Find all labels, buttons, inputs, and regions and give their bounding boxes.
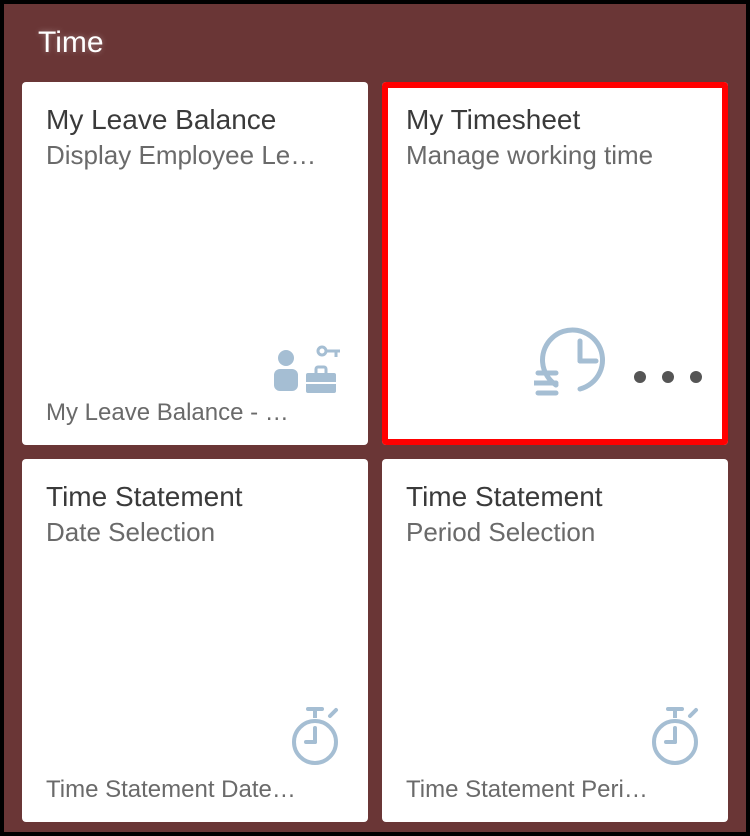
employee-briefcase-icon: [272, 345, 344, 395]
clock-list-icon: [534, 325, 614, 397]
time-section: Time My Leave Balance Display Employee L…: [4, 4, 746, 832]
tile-time-statement-period[interactable]: Time Statement Period Selection Time Sta…: [382, 459, 728, 822]
tile-body: [406, 548, 704, 768]
stopwatch-icon: [288, 706, 342, 766]
tile-subtitle: Date Selection: [46, 517, 344, 548]
tile-my-timesheet[interactable]: My Timesheet Manage working time: [382, 82, 728, 445]
loading-dots-icon: [634, 371, 702, 383]
tile-subtitle: Manage working time: [406, 140, 704, 171]
tile-title: Time Statement: [46, 481, 344, 513]
tile-title: My Leave Balance: [46, 104, 344, 136]
tile-title: Time Statement: [406, 481, 704, 513]
tile-title: My Timesheet: [406, 104, 704, 136]
tile-body: [46, 171, 344, 391]
tile-footer: Time Statement Peri…: [406, 776, 704, 804]
tile-time-statement-date[interactable]: Time Statement Date Selection Time State…: [22, 459, 368, 822]
tile-body: [46, 548, 344, 768]
tile-subtitle: Display Employee Le…: [46, 140, 344, 171]
section-title: Time: [38, 26, 728, 60]
tile-my-leave-balance[interactable]: My Leave Balance Display Employee Le…: [22, 82, 368, 445]
tile-footer: My Leave Balance - …: [46, 399, 344, 427]
tile-body: [406, 171, 704, 419]
tile-subtitle: Period Selection: [406, 517, 704, 548]
tile-grid: My Leave Balance Display Employee Le…: [22, 82, 728, 822]
tile-footer: Time Statement Date…: [46, 776, 344, 804]
stopwatch-icon: [648, 706, 702, 766]
